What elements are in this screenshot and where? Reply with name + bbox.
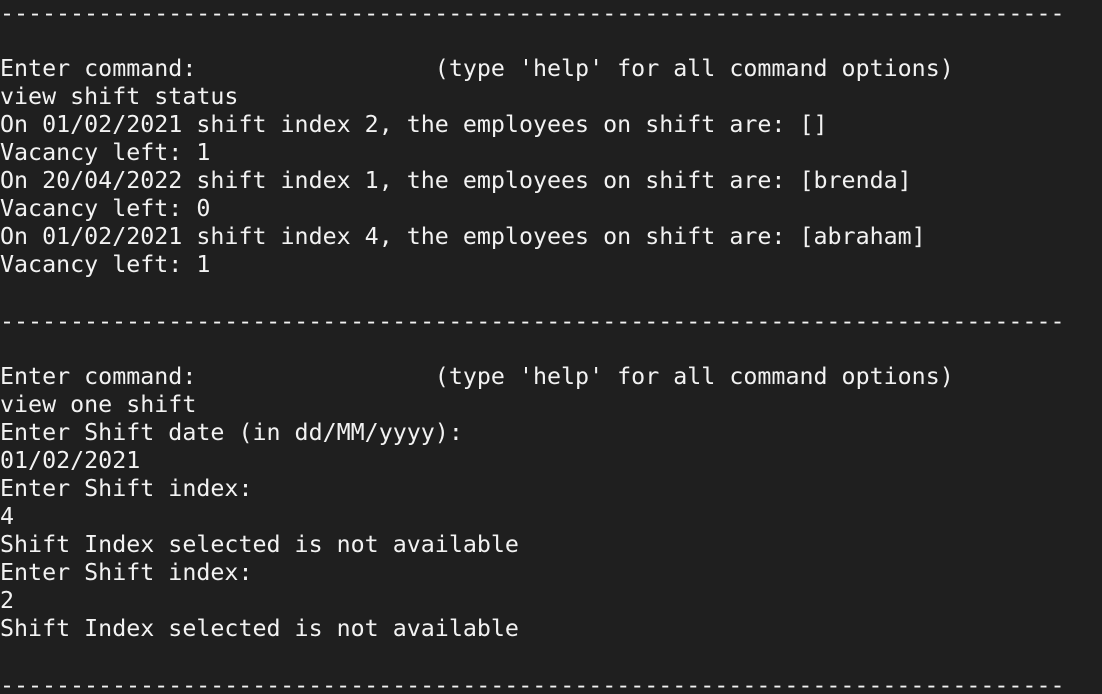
separator-line: ----------------------------------------… [0, 672, 1064, 694]
output-line: Shift Index selected is not available [0, 531, 519, 558]
output-line: Enter Shift date (in dd/MM/yyyy): [0, 419, 463, 446]
terminal-window[interactable]: ----------------------------------------… [0, 0, 1102, 694]
user-input-line: 01/02/2021 [0, 447, 141, 474]
separator-line: ----------------------------------------… [0, 0, 1064, 27]
user-input-line: 4 [0, 503, 15, 530]
entered-command: view one shift [0, 391, 197, 418]
output-line: Vacancy left: 1 [0, 139, 211, 166]
output-line: On 01/02/2021 shift index 4, the employe… [0, 223, 926, 250]
output-line: Vacancy left: 1 [0, 251, 211, 278]
output-line: Shift Index selected is not available [0, 615, 519, 642]
separator-line: ----------------------------------------… [0, 308, 1064, 335]
output-line: On 20/04/2022 shift index 1, the employe… [0, 167, 912, 194]
output-line: Vacancy left: 0 [0, 195, 211, 222]
output-line: Enter Shift index: [0, 475, 253, 502]
output-line: On 01/02/2021 shift index 2, the employe… [0, 111, 828, 138]
command-prompt: Enter command: (type 'help' for all comm… [0, 55, 954, 82]
entered-command: view shift status [0, 83, 239, 110]
output-line: Enter Shift index: [0, 559, 253, 586]
command-prompt: Enter command: (type 'help' for all comm… [0, 363, 954, 390]
user-input-line: 2 [0, 587, 15, 614]
